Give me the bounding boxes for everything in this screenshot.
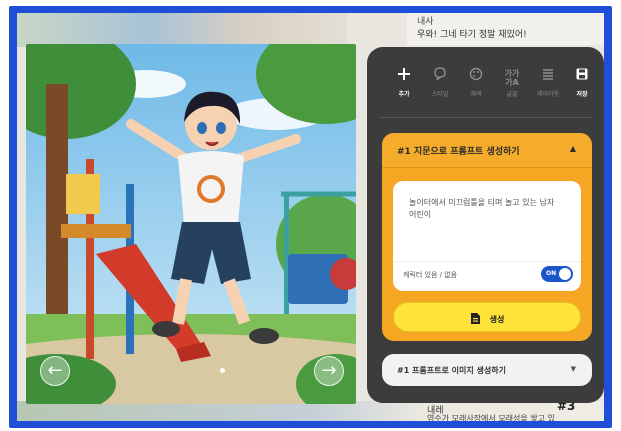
input-divider bbox=[393, 261, 581, 262]
tool-font-button[interactable]: 가가 가A 글꼴 bbox=[497, 67, 527, 103]
editor-panel: 추가 스타일 채색 가가 가A 글꼴 레이아웃 저장 #1 지문으로 프롬프트 … bbox=[367, 47, 604, 403]
caption-dialogue: 우와! 그네 타기 정말 재밌어! bbox=[417, 30, 527, 40]
text-size-icon: 가가 가A bbox=[504, 69, 520, 87]
list-icon bbox=[533, 67, 563, 87]
chevron-up-icon[interactable]: ▲ bbox=[570, 144, 576, 153]
generate-button[interactable]: 생성 bbox=[393, 302, 581, 332]
plus-icon bbox=[389, 67, 419, 87]
tool-add-button[interactable]: 추가 bbox=[389, 67, 419, 103]
toolbar: 추가 스타일 채색 가가 가A 글꼴 레이아웃 저장 bbox=[381, 67, 591, 103]
prompt-text-value[interactable]: 놀이터에서 미끄럼틀을 티며 놀고 있는 남자 어린이 bbox=[409, 197, 559, 221]
tool-save-button[interactable]: 저장 bbox=[567, 67, 597, 103]
prompt-card-title: #1 지문으로 프롬프트 생성하기 bbox=[397, 147, 520, 157]
tool-label: 저장 bbox=[576, 91, 588, 98]
toggle-knob bbox=[559, 268, 571, 280]
tool-label: 채색 bbox=[470, 91, 482, 98]
arrow-right-icon: → bbox=[321, 360, 337, 381]
background-panel-bottom: 내레 #3 영수가 모래사장에서 모래성을 쌓고 있 bbox=[17, 399, 604, 421]
speech-bubble-icon bbox=[425, 67, 455, 87]
tool-label: 글꼴 bbox=[506, 91, 518, 98]
image-card-title: #1 프롬프트로 이미지 생성하기 bbox=[397, 366, 506, 375]
tool-label: 스타일 bbox=[431, 91, 449, 98]
tool-layout-button[interactable]: 레이아웃 bbox=[533, 67, 563, 103]
chevron-down-icon[interactable]: ▼ bbox=[571, 365, 576, 373]
toolbar-divider bbox=[379, 117, 592, 118]
character-toggle[interactable]: ON bbox=[541, 266, 573, 282]
background-panel-top bbox=[17, 13, 347, 47]
generate-button-label: 생성 bbox=[489, 315, 505, 324]
prompt-from-text-card: #1 지문으로 프롬프트 생성하기 ▲ 놀이터에서 미끄럼틀을 티며 놀고 있는… bbox=[382, 133, 592, 341]
arrow-left-icon: ← bbox=[47, 360, 63, 381]
previous-image-button[interactable]: ← bbox=[40, 356, 70, 386]
toggle-state-label: ON bbox=[546, 270, 557, 277]
palette-icon bbox=[461, 67, 491, 87]
background-caption-top: 내사 우와! 그네 타기 정말 재밌어! bbox=[407, 13, 604, 45]
prompt-text-input[interactable]: 놀이터에서 미끄럼틀을 티며 놀고 있는 남자 어린이 캐릭터 있음 / 없음 … bbox=[393, 181, 581, 291]
next-image-button[interactable]: → bbox=[314, 356, 344, 386]
character-toggle-label: 캐릭터 있음 / 없음 bbox=[403, 271, 458, 279]
image-from-prompt-card[interactable]: #1 프롬프트로 이미지 생성하기 ▼ bbox=[382, 354, 592, 386]
prompt-card-header[interactable]: #1 지문으로 프롬프트 생성하기 ▲ bbox=[382, 133, 592, 168]
caption-speaker: 내사 bbox=[417, 17, 434, 27]
document-plus-icon bbox=[470, 310, 481, 329]
tool-label: 추가 bbox=[398, 91, 410, 98]
tool-label: 레이아웃 bbox=[536, 91, 560, 98]
caption-narration-text: 영수가 모래사장에서 모래성을 쌓고 있 bbox=[427, 414, 555, 421]
playground-illustration bbox=[26, 44, 356, 404]
save-icon bbox=[567, 67, 597, 87]
tool-style-button[interactable]: 스타일 bbox=[425, 67, 455, 103]
carousel-dot[interactable] bbox=[220, 368, 225, 373]
tool-color-button[interactable]: 채색 bbox=[461, 67, 491, 103]
generated-image: ← → bbox=[26, 44, 356, 404]
